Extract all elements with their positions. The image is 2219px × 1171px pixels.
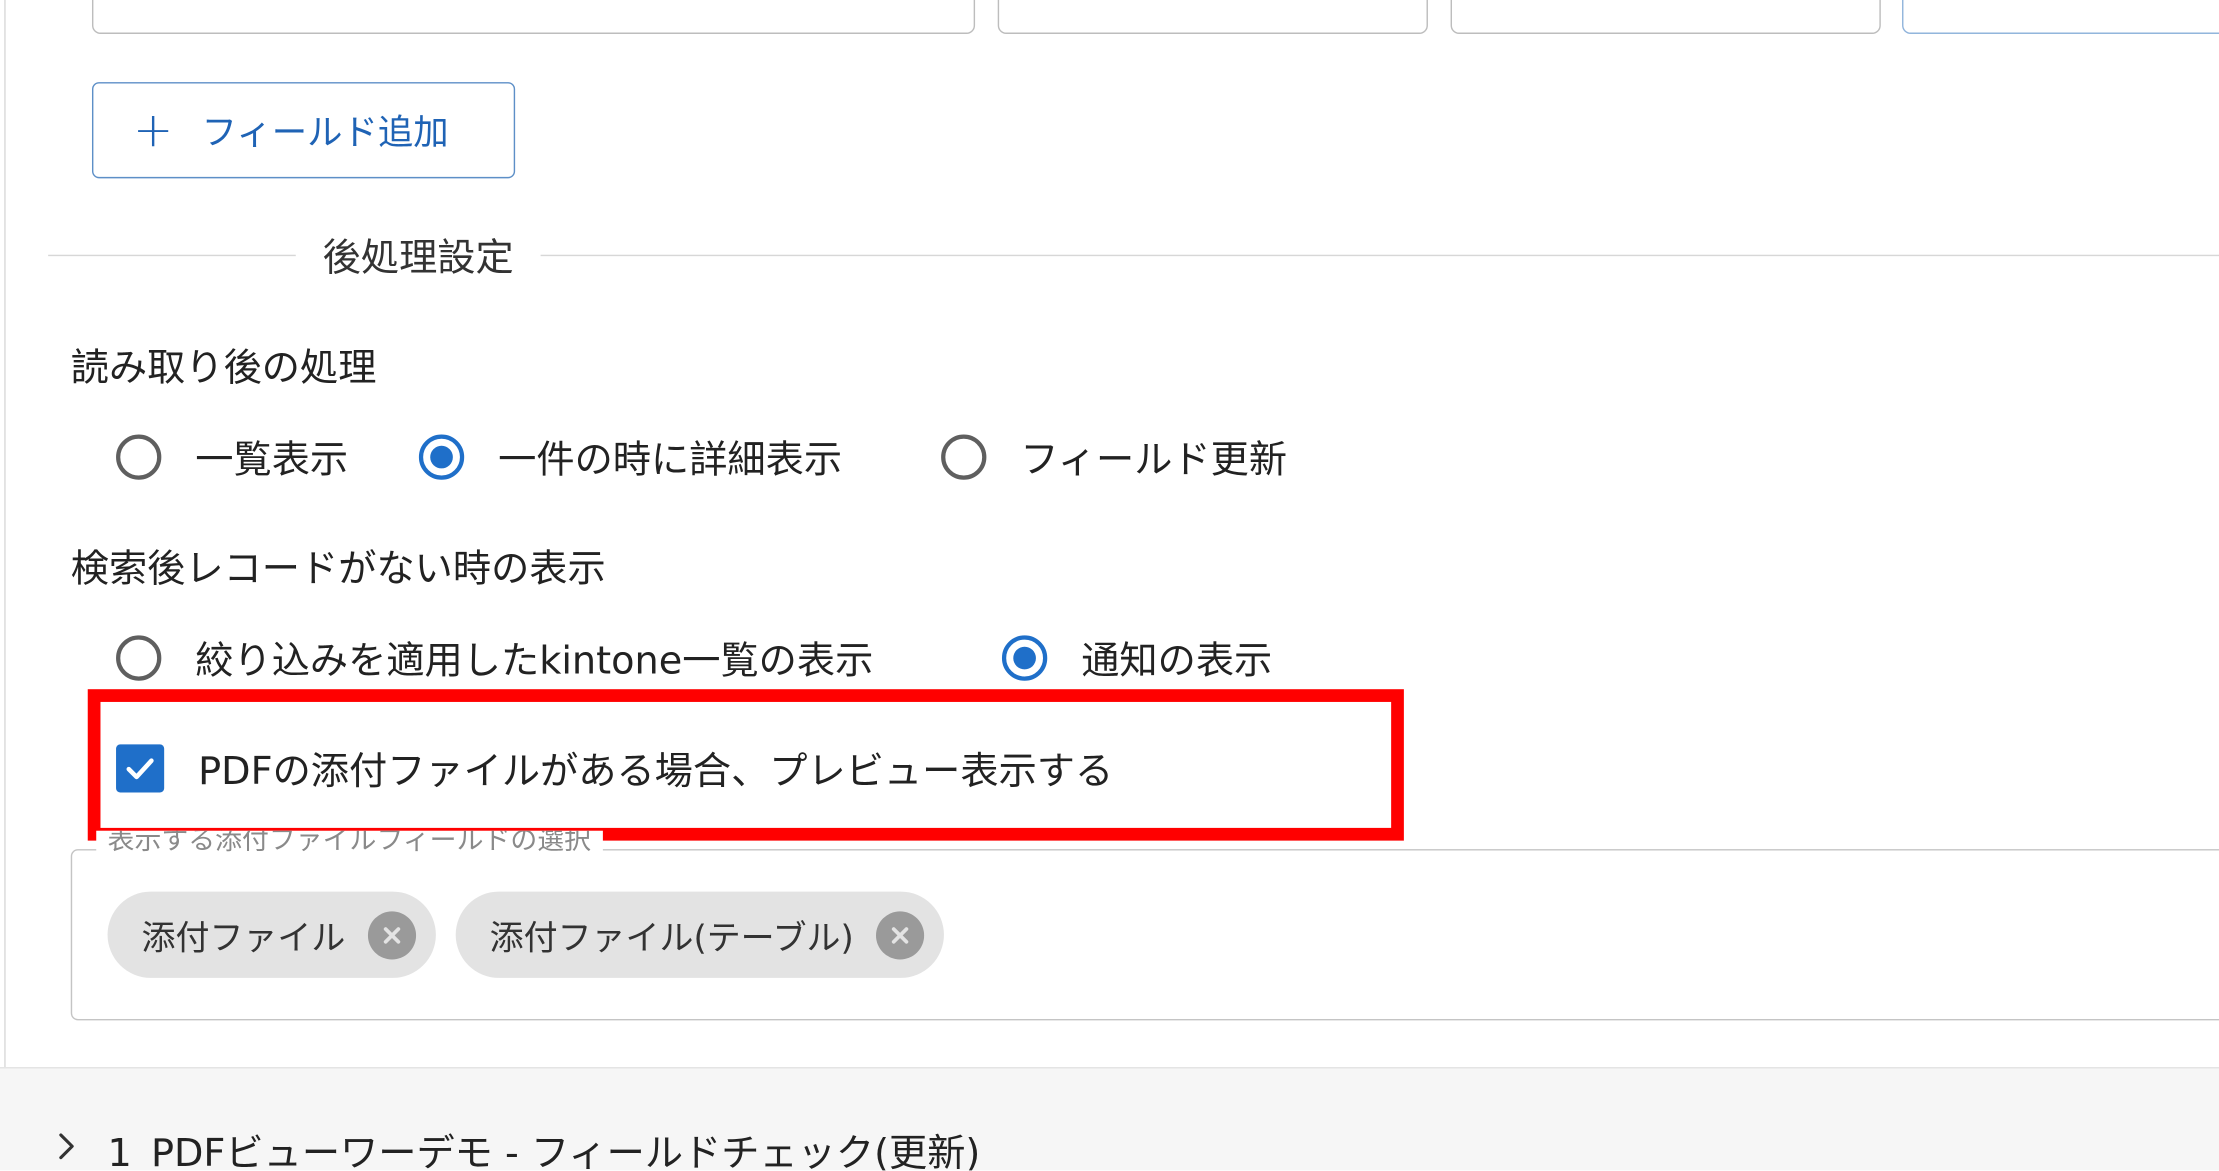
after-read-label: 読み取り後の処理 [70, 346, 377, 391]
chevron-right-icon [57, 1128, 77, 1170]
radio-list-view[interactable]: 一覧表示 [116, 429, 348, 484]
radio-detail-view[interactable]: 一件の時に詳細表示 [418, 429, 843, 484]
panel-left-border [4, 0, 6, 1068]
field-input-3[interactable] [1450, 0, 1881, 34]
radio-circle-selected [1001, 634, 1048, 681]
radio-label: 絞り込みを適用したkintone一覧の表示 [195, 639, 874, 684]
accordion-header[interactable]: 1_PDFビューワーデモ - フィールドチェック(更新) [57, 1122, 981, 1171]
no-record-label: 検索後レコードがない時の表示 [70, 547, 606, 592]
radio-circle-selected [418, 433, 465, 480]
cancel-circle-icon[interactable] [367, 910, 417, 959]
checkbox-checked-icon [116, 743, 165, 792]
radio-field-update[interactable]: フィールド更新 [941, 429, 1287, 484]
settings-panel: + フィールド追加 後処理設定 読み取り後の処理 一覧表示 一件の時に詳細表示 … [0, 0, 2219, 1171]
add-field-label: フィールド追加 [201, 111, 449, 153]
radio-notification[interactable]: 通知の表示 [1001, 630, 1273, 685]
chip-label: 添付ファイル(テーブル) [489, 918, 854, 959]
radio-circle [941, 433, 987, 480]
field-input-1[interactable] [91, 0, 976, 34]
add-field-button[interactable]: + フィールド追加 [91, 82, 516, 179]
radio-label: 通知の表示 [1081, 639, 1273, 684]
section-title: 後処理設定 [295, 226, 541, 282]
chip-attachment: 添付ファイル [107, 891, 436, 978]
radio-label: フィールド更新 [1020, 438, 1288, 483]
plus-icon: + [133, 101, 174, 159]
chip-label: 添付ファイル [141, 918, 346, 959]
cancel-circle-icon[interactable] [876, 910, 925, 959]
radio-label: 一覧表示 [195, 438, 349, 483]
pdf-preview-checkbox[interactable]: PDFの添付ファイルがある場合、プレビュー表示する [116, 740, 1113, 795]
pdf-preview-label: PDFの添付ファイルがある場合、プレビュー表示する [198, 750, 1114, 794]
chip-attachment-table: 添付ファイル(テーブル) [455, 891, 945, 978]
attachment-select-legend: 表示する添付ファイルフィールドの選択 [96, 830, 603, 854]
field-input-4[interactable] [1902, 0, 2219, 34]
radio-circle [116, 433, 162, 480]
radio-circle [116, 634, 162, 681]
radio-filtered-list[interactable]: 絞り込みを適用したkintone一覧の表示 [116, 630, 873, 685]
radio-label: 一件の時に詳細表示 [498, 438, 843, 483]
accordion-title: 1_PDFビューワーデモ - フィールドチェック(更新) [107, 1132, 981, 1171]
field-input-2[interactable] [997, 0, 1428, 34]
